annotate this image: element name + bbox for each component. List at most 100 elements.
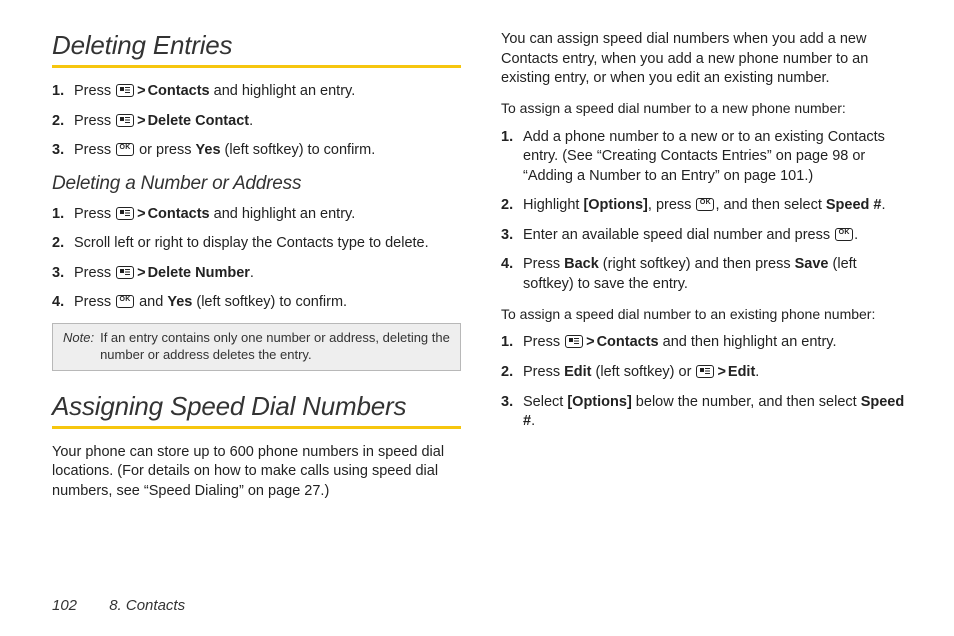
- bold-text: Delete Contact: [148, 113, 250, 129]
- gt-icon: >: [717, 364, 725, 380]
- step-text: Press: [74, 83, 115, 99]
- gt-icon: >: [137, 206, 145, 222]
- bold-text: Yes: [167, 294, 192, 310]
- bold-text: [Options]: [567, 394, 631, 410]
- bold-text: Speed #: [826, 197, 882, 213]
- bold-text: Edit: [564, 364, 591, 380]
- paragraph: Your phone can store up to 600 phone num…: [52, 443, 461, 502]
- note-label: Note:: [63, 330, 94, 364]
- step-item: 2. Scroll left or right to display the C…: [70, 234, 461, 254]
- step-text: and: [135, 294, 167, 310]
- step-text: (left softkey) to confirm.: [192, 294, 347, 310]
- step-item: 2. Press Edit (left softkey) or >Edit.: [519, 363, 910, 383]
- step-text: Add a phone number to a new or to an exi…: [523, 129, 885, 184]
- bold-text: Contacts: [597, 334, 659, 350]
- deleting-number-steps: 1. Press >Contacts and highlight an entr…: [52, 205, 461, 313]
- right-column: You can assign speed dial numbers when y…: [501, 30, 910, 590]
- step-text: and highlight an entry.: [210, 83, 356, 99]
- menu-key-icon: [565, 335, 583, 348]
- step-number: 3.: [52, 264, 64, 284]
- step-item: 1. Press >Contacts and highlight an entr…: [70, 82, 461, 102]
- ok-key-icon: [116, 295, 134, 308]
- heading-rule: [52, 65, 461, 68]
- paragraph: You can assign speed dial numbers when y…: [501, 30, 910, 89]
- step-text: .: [531, 413, 535, 429]
- step-text: (left softkey) to confirm.: [221, 142, 376, 158]
- step-text: Press: [74, 113, 115, 129]
- step-text: Press: [74, 294, 115, 310]
- heading-deleting-entries: Deleting Entries: [52, 30, 461, 61]
- step-item: 4. Press Back (right softkey) and then p…: [519, 255, 910, 294]
- step-item: 3. Select [Options] below the number, an…: [519, 393, 910, 432]
- bold-text: [Options]: [583, 197, 647, 213]
- gt-icon: >: [137, 265, 145, 281]
- ok-key-icon: [835, 228, 853, 241]
- gt-icon: >: [137, 113, 145, 129]
- step-number: 4.: [52, 293, 64, 313]
- step-text: Press: [523, 364, 564, 380]
- heading-rule: [52, 426, 461, 429]
- step-text: Press: [74, 206, 115, 222]
- step-text: (left softkey) or: [591, 364, 695, 380]
- step-number: 1.: [501, 333, 513, 353]
- heading-assigning-speed-dial: Assigning Speed Dial Numbers: [52, 391, 461, 422]
- step-text: Scroll left or right to display the Cont…: [74, 235, 429, 251]
- menu-key-icon: [116, 266, 134, 279]
- step-text: Press: [523, 256, 564, 272]
- bold-text: Contacts: [148, 206, 210, 222]
- step-item: 3. Press >Delete Number.: [70, 264, 461, 284]
- step-number: 3.: [501, 393, 513, 413]
- chapter-label: 8. Contacts: [109, 597, 185, 614]
- bold-text: Delete Number: [148, 265, 250, 281]
- step-item: 1. Add a phone number to a new or to an …: [519, 128, 910, 187]
- step-number: 4.: [501, 255, 513, 275]
- heading-deleting-number-address: Deleting a Number or Address: [52, 173, 461, 195]
- step-number: 1.: [501, 128, 513, 148]
- step-text: .: [250, 265, 254, 281]
- step-text: and then highlight an entry.: [659, 334, 837, 350]
- step-text: Press: [523, 334, 564, 350]
- step-number: 1.: [52, 205, 64, 225]
- step-item: 1. Press >Contacts and then highlight an…: [519, 333, 910, 353]
- step-number: 3.: [501, 226, 513, 246]
- left-column: Deleting Entries 1. Press >Contacts and …: [52, 30, 461, 590]
- step-text: .: [755, 364, 759, 380]
- step-item: 2. Highlight [Options], press , and then…: [519, 196, 910, 216]
- two-column-layout: Deleting Entries 1. Press >Contacts and …: [52, 30, 910, 590]
- step-text: Press: [74, 265, 115, 281]
- step-text: .: [854, 227, 858, 243]
- bold-text: Edit: [728, 364, 755, 380]
- step-number: 3.: [52, 141, 64, 161]
- lead-text: To assign a speed dial number to a new p…: [501, 99, 910, 118]
- step-number: 2.: [501, 363, 513, 383]
- step-number: 1.: [52, 82, 64, 102]
- menu-key-icon: [116, 114, 134, 127]
- step-number: 2.: [501, 196, 513, 216]
- bold-text: Back: [564, 256, 599, 272]
- manual-page: Deleting Entries 1. Press >Contacts and …: [0, 0, 954, 636]
- note-box: Note: If an entry contains only one numb…: [52, 323, 461, 371]
- step-text: Highlight: [523, 197, 583, 213]
- new-number-steps: 1. Add a phone number to a new or to an …: [501, 128, 910, 295]
- step-text: .: [881, 197, 885, 213]
- step-text: below the number, and then select: [632, 394, 861, 410]
- step-text: , and then select: [715, 197, 825, 213]
- menu-key-icon: [116, 84, 134, 97]
- step-item: 4. Press and Yes (left softkey) to confi…: [70, 293, 461, 313]
- step-item: 1. Press >Contacts and highlight an entr…: [70, 205, 461, 225]
- step-text: Press: [74, 142, 115, 158]
- step-text: , press: [648, 197, 696, 213]
- step-text: Enter an available speed dial number and…: [523, 227, 834, 243]
- existing-number-steps: 1. Press >Contacts and then highlight an…: [501, 333, 910, 431]
- ok-key-icon: [116, 143, 134, 156]
- page-footer: 102 8. Contacts: [52, 597, 185, 614]
- step-item: 2. Press >Delete Contact.: [70, 112, 461, 132]
- ok-key-icon: [696, 198, 714, 211]
- step-number: 2.: [52, 234, 64, 254]
- gt-icon: >: [586, 334, 594, 350]
- bold-text: Yes: [196, 142, 221, 158]
- step-number: 2.: [52, 112, 64, 132]
- bold-text: Save: [795, 256, 829, 272]
- bold-text: Contacts: [148, 83, 210, 99]
- menu-key-icon: [116, 207, 134, 220]
